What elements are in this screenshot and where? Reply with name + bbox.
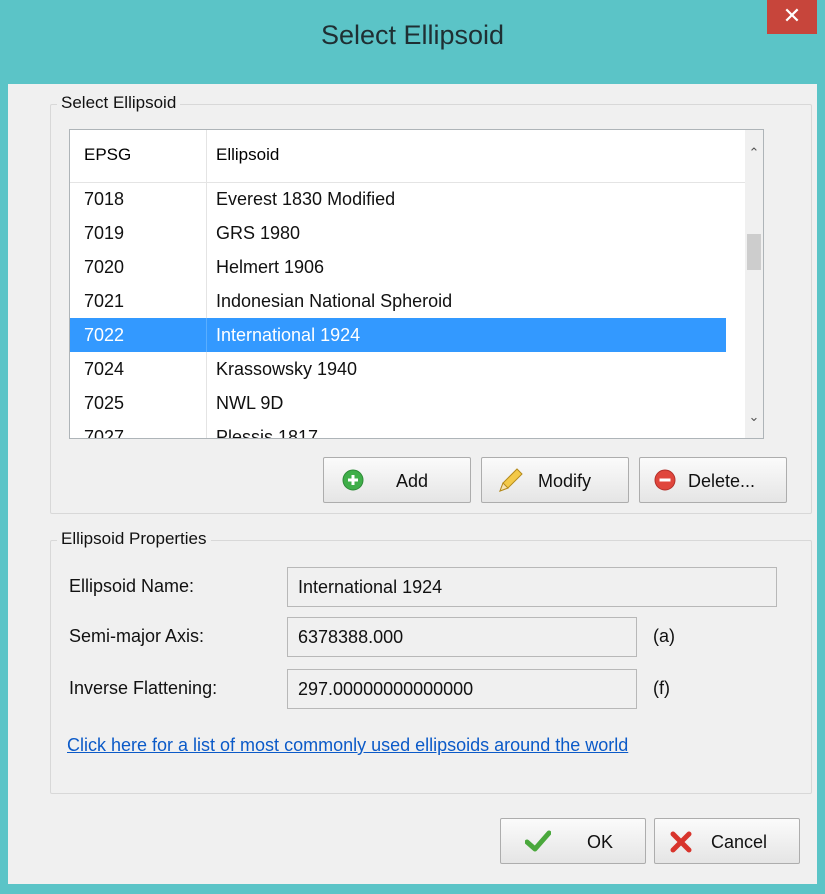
cancel-button-label: Cancel	[711, 832, 768, 852]
scroll-up-icon[interactable]: ⌃	[745, 144, 763, 162]
epsg-cell: 7019	[84, 223, 125, 243]
ellipsoid-cell: Helmert 1906	[216, 257, 325, 277]
title-bar[interactable]: Select Ellipsoid ✕	[0, 0, 825, 84]
column-header-epsg[interactable]: EPSG	[84, 145, 131, 165]
minus-circle-icon	[654, 469, 676, 491]
cell-divider	[206, 250, 207, 284]
pencil-icon	[499, 468, 523, 492]
select-ellipsoid-group-label: Select Ellipsoid	[57, 93, 181, 113]
vertical-scrollbar[interactable]: ⌃ ⌄	[745, 130, 763, 438]
dialog-window: Select Ellipsoid ✕ Select Ellipsoid EPSG…	[0, 0, 825, 894]
ellipsoid-cell: GRS 1980	[216, 223, 301, 243]
epsg-cell: 7018	[84, 189, 125, 209]
list-row[interactable]: 7027 Plessis 1817	[70, 420, 726, 439]
dialog-body: Select Ellipsoid EPSG Ellipsoid 7018 Ever…	[8, 84, 817, 884]
column-header-ellipsoid[interactable]: Ellipsoid	[216, 145, 279, 165]
add-button[interactable]: Add	[323, 457, 471, 503]
cancel-button[interactable]: Cancel	[654, 818, 800, 864]
cell-divider	[206, 386, 207, 420]
semi-major-axis-label: Semi-major Axis:	[69, 626, 205, 646]
epsg-cell: 7027	[84, 427, 125, 439]
list-row[interactable]: 7020 Helmert 1906	[70, 250, 726, 284]
close-icon: ✕	[782, 3, 802, 28]
scroll-down-icon[interactable]: ⌄	[745, 408, 763, 426]
modify-button-label: Modify	[538, 471, 592, 491]
epsg-cell: 7025	[84, 393, 125, 413]
ok-button[interactable]: OK	[500, 818, 646, 864]
ellipsoid-cell: International 1924	[216, 325, 361, 345]
ellipsoid-name-label: Ellipsoid Name:	[69, 576, 195, 596]
ellipsoid-cell: Indonesian National Spheroid	[216, 291, 453, 311]
list-row[interactable]: 7018 Everest 1830 Modified	[70, 182, 726, 216]
ellipsoid-properties-group: Ellipsoid Properties Ellipsoid Name: Int…	[50, 529, 812, 794]
ok-button-label: OK	[587, 832, 614, 852]
cell-divider	[206, 182, 207, 216]
ellipsoid-cell: Everest 1830 Modified	[216, 189, 396, 209]
checkmark-icon	[525, 830, 551, 852]
cell-divider	[206, 216, 207, 250]
axis-unit-label: (a)	[653, 626, 675, 646]
column-divider[interactable]	[206, 130, 207, 182]
list-header: EPSG Ellipsoid	[70, 130, 745, 183]
list-row[interactable]: 7024 Krassowsky 1940	[70, 352, 726, 386]
ellipsoid-cell: NWL 9D	[216, 393, 284, 413]
delete-button[interactable]: Delete...	[639, 457, 787, 503]
cell-divider	[206, 318, 207, 352]
delete-button-label: Delete...	[688, 471, 756, 491]
flattening-unit-label: (f)	[653, 678, 670, 698]
epsg-cell: 7024	[84, 359, 125, 379]
select-ellipsoid-group: Select Ellipsoid EPSG Ellipsoid 7018 Ever…	[50, 93, 812, 514]
epsg-cell: 7020	[84, 257, 125, 277]
modify-button[interactable]: Modify	[481, 457, 629, 503]
ellipsoid-list[interactable]: EPSG Ellipsoid 7018 Everest 1830 Modified…	[69, 129, 764, 439]
ellipsoid-cell: Plessis 1817	[216, 427, 319, 439]
epsg-cell: 7022	[84, 325, 125, 345]
list-row[interactable]: 7022 International 1924	[70, 318, 726, 352]
list-row[interactable]: 7025 NWL 9D	[70, 386, 726, 420]
semi-major-axis-field[interactable]: 6378388.000	[287, 617, 637, 657]
ellipsoid-cell: Krassowsky 1940	[216, 359, 358, 379]
ellipsoids-reference-link[interactable]: Click here for a list of most commonly u…	[67, 735, 628, 756]
epsg-cell: 7021	[84, 291, 125, 311]
list-row[interactable]: 7021 Indonesian National Spheroid	[70, 284, 726, 318]
ellipsoid-name-field[interactable]: International 1924	[287, 567, 777, 607]
cell-divider	[206, 420, 207, 438]
scrollbar-thumb[interactable]	[747, 234, 761, 270]
x-icon	[670, 831, 692, 853]
window-title: Select Ellipsoid	[320, 20, 505, 50]
list-row[interactable]: 7019 GRS 1980	[70, 216, 726, 250]
cell-divider	[206, 284, 207, 318]
ellipsoid-properties-group-label: Ellipsoid Properties	[57, 529, 211, 549]
inverse-flattening-label: Inverse Flattening:	[69, 678, 218, 698]
add-button-label: Add	[396, 471, 429, 491]
inverse-flattening-field[interactable]: 297.00000000000000	[287, 669, 637, 709]
plus-circle-icon	[342, 469, 364, 491]
cell-divider	[206, 352, 207, 386]
close-button[interactable]: ✕	[767, 0, 817, 34]
